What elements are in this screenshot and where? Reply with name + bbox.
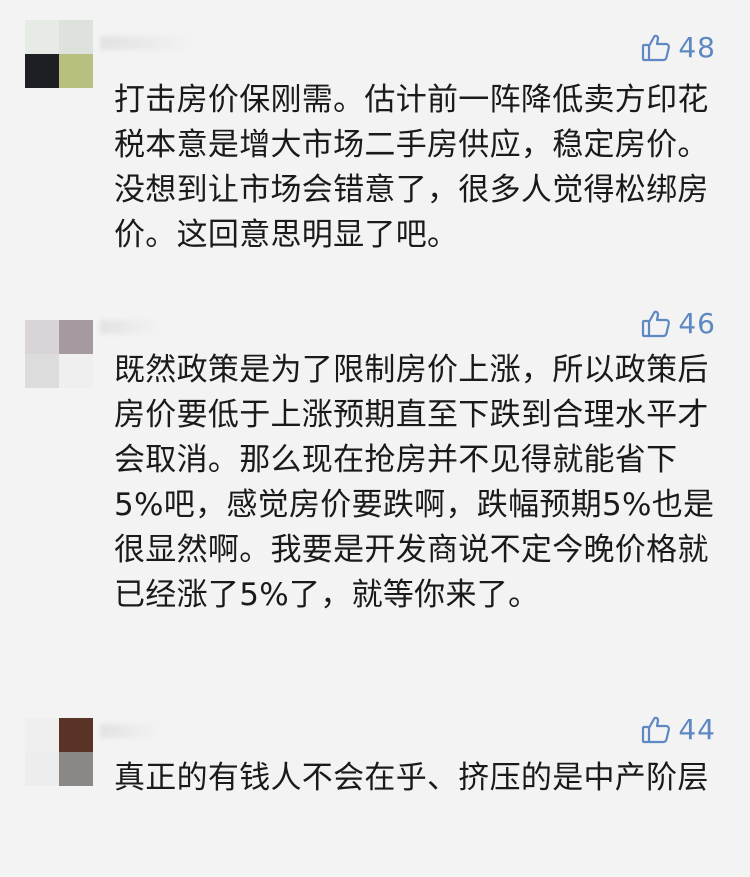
like-count: 48 [678,31,716,64]
thumbs-up-icon [640,308,672,340]
like-count: 46 [678,307,716,340]
comment-text: 既然政策是为了限制房价上涨，所以政策后房价要低于上涨预期直至下跌到合理水平才会取… [114,352,715,613]
thumbs-up-icon [640,714,672,746]
comment-item: 44 真正的有钱人不会在乎、挤压的是中产阶层 [0,700,750,877]
comment-item: 48 打击房价保刚需。估计前一阵降低卖方印花税本意是增大市场二手房供应，稳定房价… [0,0,750,260]
nickname-blurred [100,36,195,50]
comment-text: 真正的有钱人不会在乎、挤压的是中产阶层 [114,760,709,796]
nickname-blurred [100,320,160,334]
thumbs-up-icon [640,32,672,64]
avatar[interactable] [25,718,93,786]
like-button[interactable]: 46 [640,304,716,344]
comment-item: 46 既然政策是为了限制房价上涨，所以政策后房价要低于上涨预期直至下跌到合理水平… [0,300,750,680]
nickname-blurred [100,724,160,738]
avatar[interactable] [25,320,93,388]
like-button[interactable]: 44 [640,710,716,750]
like-button[interactable]: 48 [640,28,716,68]
comment-text: 打击房价保刚需。估计前一阵降低卖方印花税本意是增大市场二手房供应，稳定房价。没想… [114,82,709,253]
like-count: 44 [678,713,716,746]
avatar[interactable] [25,20,93,88]
